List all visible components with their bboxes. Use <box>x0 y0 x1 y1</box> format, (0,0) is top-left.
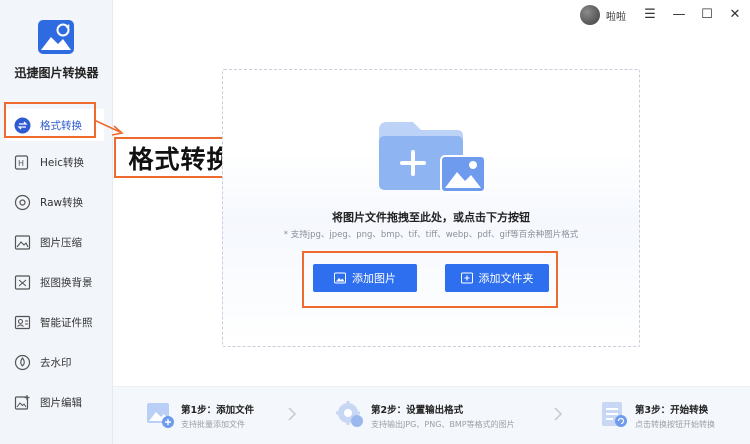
chevron-right-icon <box>288 407 297 421</box>
folder-add-icon <box>460 272 473 284</box>
app-logo-icon <box>38 20 74 54</box>
user-profile[interactable]: 啦啦 <box>580 5 626 25</box>
annotation-highlight-box <box>4 102 96 138</box>
cutout-icon <box>14 274 31 291</box>
supported-formats-note: * 支持jpg、jpeg、png、bmp、tif、tiff、webp、pdf、g… <box>283 230 579 240</box>
app-name: 迅捷图片转换器 <box>14 66 99 80</box>
add-image-label: 添加图片 <box>352 272 396 285</box>
sidebar: 迅捷图片转换器 格式转换 H Heic转换 Raw转换 图片压缩 抠图换背景 智… <box>0 0 113 444</box>
svg-text:H: H <box>18 159 24 168</box>
sidebar-item-watermark[interactable]: 去水印 <box>0 346 113 378</box>
sidebar-item-label: Heic转换 <box>40 157 85 169</box>
sidebar-item-edit[interactable]: 图片编辑 <box>0 386 113 418</box>
sidebar-item-raw[interactable]: Raw转换 <box>0 186 113 218</box>
annotation-label-text: 格式转换 <box>128 144 233 174</box>
raw-icon <box>14 194 31 211</box>
heic-icon: H <box>14 154 31 171</box>
sidebar-item-label: 图片编辑 <box>40 397 82 409</box>
sidebar-item-heic[interactable]: H Heic转换 <box>0 146 113 178</box>
sidebar-item-id-photo[interactable]: 智能证件照 <box>0 306 113 338</box>
add-folder-label: 添加文件夹 <box>478 272 534 285</box>
minimize-icon[interactable]: — <box>671 6 687 22</box>
folder-image-illustration-icon <box>379 122 486 193</box>
sidebar-item-label: 抠图换背景 <box>40 277 93 289</box>
image-compress-icon <box>14 234 31 251</box>
sidebar-item-compress[interactable]: 图片压缩 <box>0 226 113 258</box>
add-file-step-icon <box>147 403 174 428</box>
sidebar-item-label: 智能证件照 <box>40 317 93 329</box>
id-photo-icon <box>14 314 31 331</box>
drop-hint-title: 将图片文件拖拽至此处，或点击下方按钮 <box>332 211 530 224</box>
sidebar-item-cutout[interactable]: 抠图换背景 <box>0 266 113 298</box>
file-drop-zone[interactable]: 将图片文件拖拽至此处，或点击下方按钮 * 支持jpg、jpeg、png、bmp、… <box>222 69 640 347</box>
close-icon[interactable]: ✕ <box>727 6 743 22</box>
chevron-right-icon <box>554 407 563 421</box>
avatar[interactable] <box>580 5 600 25</box>
step-title: 第1步：添加文件 <box>181 405 255 416</box>
add-image-button[interactable]: 添加图片 <box>313 264 417 292</box>
step-title: 第3步：开始转换 <box>635 405 709 416</box>
menu-icon[interactable]: ☰ <box>642 6 658 22</box>
convert-step-icon <box>602 402 627 427</box>
maximize-icon[interactable]: ☐ <box>699 6 715 22</box>
add-folder-button[interactable]: 添加文件夹 <box>445 264 549 292</box>
steps-bar: 第1步：添加文件 支持批量添加文件 第2步：设置输出格式 支持输出JPG、PNG… <box>113 386 750 444</box>
image-icon <box>334 272 346 284</box>
watermark-remove-icon <box>14 354 31 371</box>
sidebar-item-label: 去水印 <box>40 357 72 369</box>
settings-step-icon <box>336 401 363 427</box>
username: 啦啦 <box>606 11 626 23</box>
sidebar-item-label: Raw转换 <box>40 197 84 209</box>
step-title: 第2步：设置输出格式 <box>371 405 464 416</box>
image-edit-icon <box>14 394 31 411</box>
step-desc: 支持输出JPG、PNG、BMP等格式的图片 <box>371 420 515 429</box>
step-desc: 点击转换按钮开始转换 <box>635 420 715 429</box>
sidebar-item-label: 图片压缩 <box>40 237 82 249</box>
step-desc: 支持批量添加文件 <box>181 420 245 429</box>
